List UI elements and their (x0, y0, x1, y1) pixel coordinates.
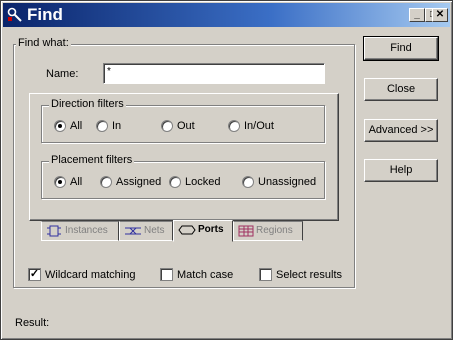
direction-in-label: In (112, 120, 122, 132)
direction-in-radio[interactable] (96, 120, 108, 132)
placement-unassigned-label: Unassigned (258, 176, 317, 188)
placement-all-radio[interactable] (54, 176, 66, 188)
nets-icon (125, 227, 141, 235)
advanced-button[interactable]: Advanced >> (364, 119, 438, 142)
name-input[interactable]: * (103, 63, 325, 84)
direction-all-radio[interactable] (54, 120, 66, 132)
direction-inout-label: In/Out (244, 120, 274, 132)
direction-out-label: Out (177, 120, 195, 132)
close-button[interactable]: Close (364, 78, 438, 101)
placement-filters-label: Placement filters (49, 154, 135, 167)
tab-regions-label: Regions (256, 225, 293, 236)
tab-ports-label: Ports (198, 224, 224, 235)
result-label: Result: (15, 317, 50, 329)
find-what-label: Find what: (16, 37, 71, 50)
ports-icon (178, 225, 196, 235)
wildcard-matching-checkbox[interactable]: ✓ (28, 268, 41, 281)
find-button[interactable]: Find (363, 36, 439, 61)
placement-all-label: All (70, 176, 83, 188)
match-case-checkbox[interactable] (160, 268, 173, 281)
direction-all-label: All (70, 120, 83, 132)
select-results-label: Select results (276, 269, 343, 281)
regions-icon (238, 225, 254, 237)
placement-unassigned-radio[interactable] (242, 176, 254, 188)
title-bar[interactable]: Find _ □ (3, 3, 450, 27)
name-label: Name: (46, 68, 79, 80)
minimize-button[interactable]: _ (409, 8, 425, 22)
direction-out-radio[interactable] (161, 120, 173, 132)
tab-ports[interactable]: Ports (173, 220, 233, 242)
placement-locked-label: Locked (185, 176, 221, 188)
help-button[interactable]: Help (364, 159, 438, 182)
placement-locked-radio[interactable] (169, 176, 181, 188)
tab-regions[interactable]: Regions (233, 221, 303, 241)
direction-filters-label: Direction filters (49, 98, 126, 111)
match-case-label: Match case (177, 269, 234, 281)
find-app-icon (7, 7, 22, 22)
wildcard-matching-label: Wildcard matching (45, 269, 136, 281)
tab-nets-label: Nets (144, 225, 165, 236)
direction-inout-radio[interactable] (228, 120, 240, 132)
tab-instances[interactable]: Instances (41, 221, 119, 241)
select-results-checkbox[interactable] (259, 268, 272, 281)
window-title: Find (27, 5, 63, 24)
tab-nets[interactable]: Nets (119, 221, 173, 241)
instances-icon (47, 225, 61, 237)
close-window-button[interactable]: ✕ (432, 8, 448, 22)
find-dialog: Find _ □ ✕ Find what: Name: * Direction … (0, 0, 453, 340)
tab-instances-label: Instances (65, 225, 108, 236)
placement-assigned-radio[interactable] (100, 176, 112, 188)
placement-assigned-label: Assigned (116, 176, 162, 188)
